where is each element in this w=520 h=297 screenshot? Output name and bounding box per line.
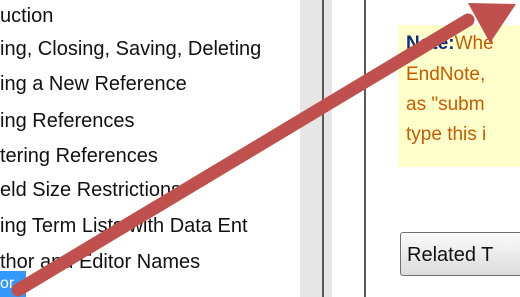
annotation-arrow [11,3,516,297]
arrow-shaft [11,13,475,297]
arrow-head [468,3,516,43]
